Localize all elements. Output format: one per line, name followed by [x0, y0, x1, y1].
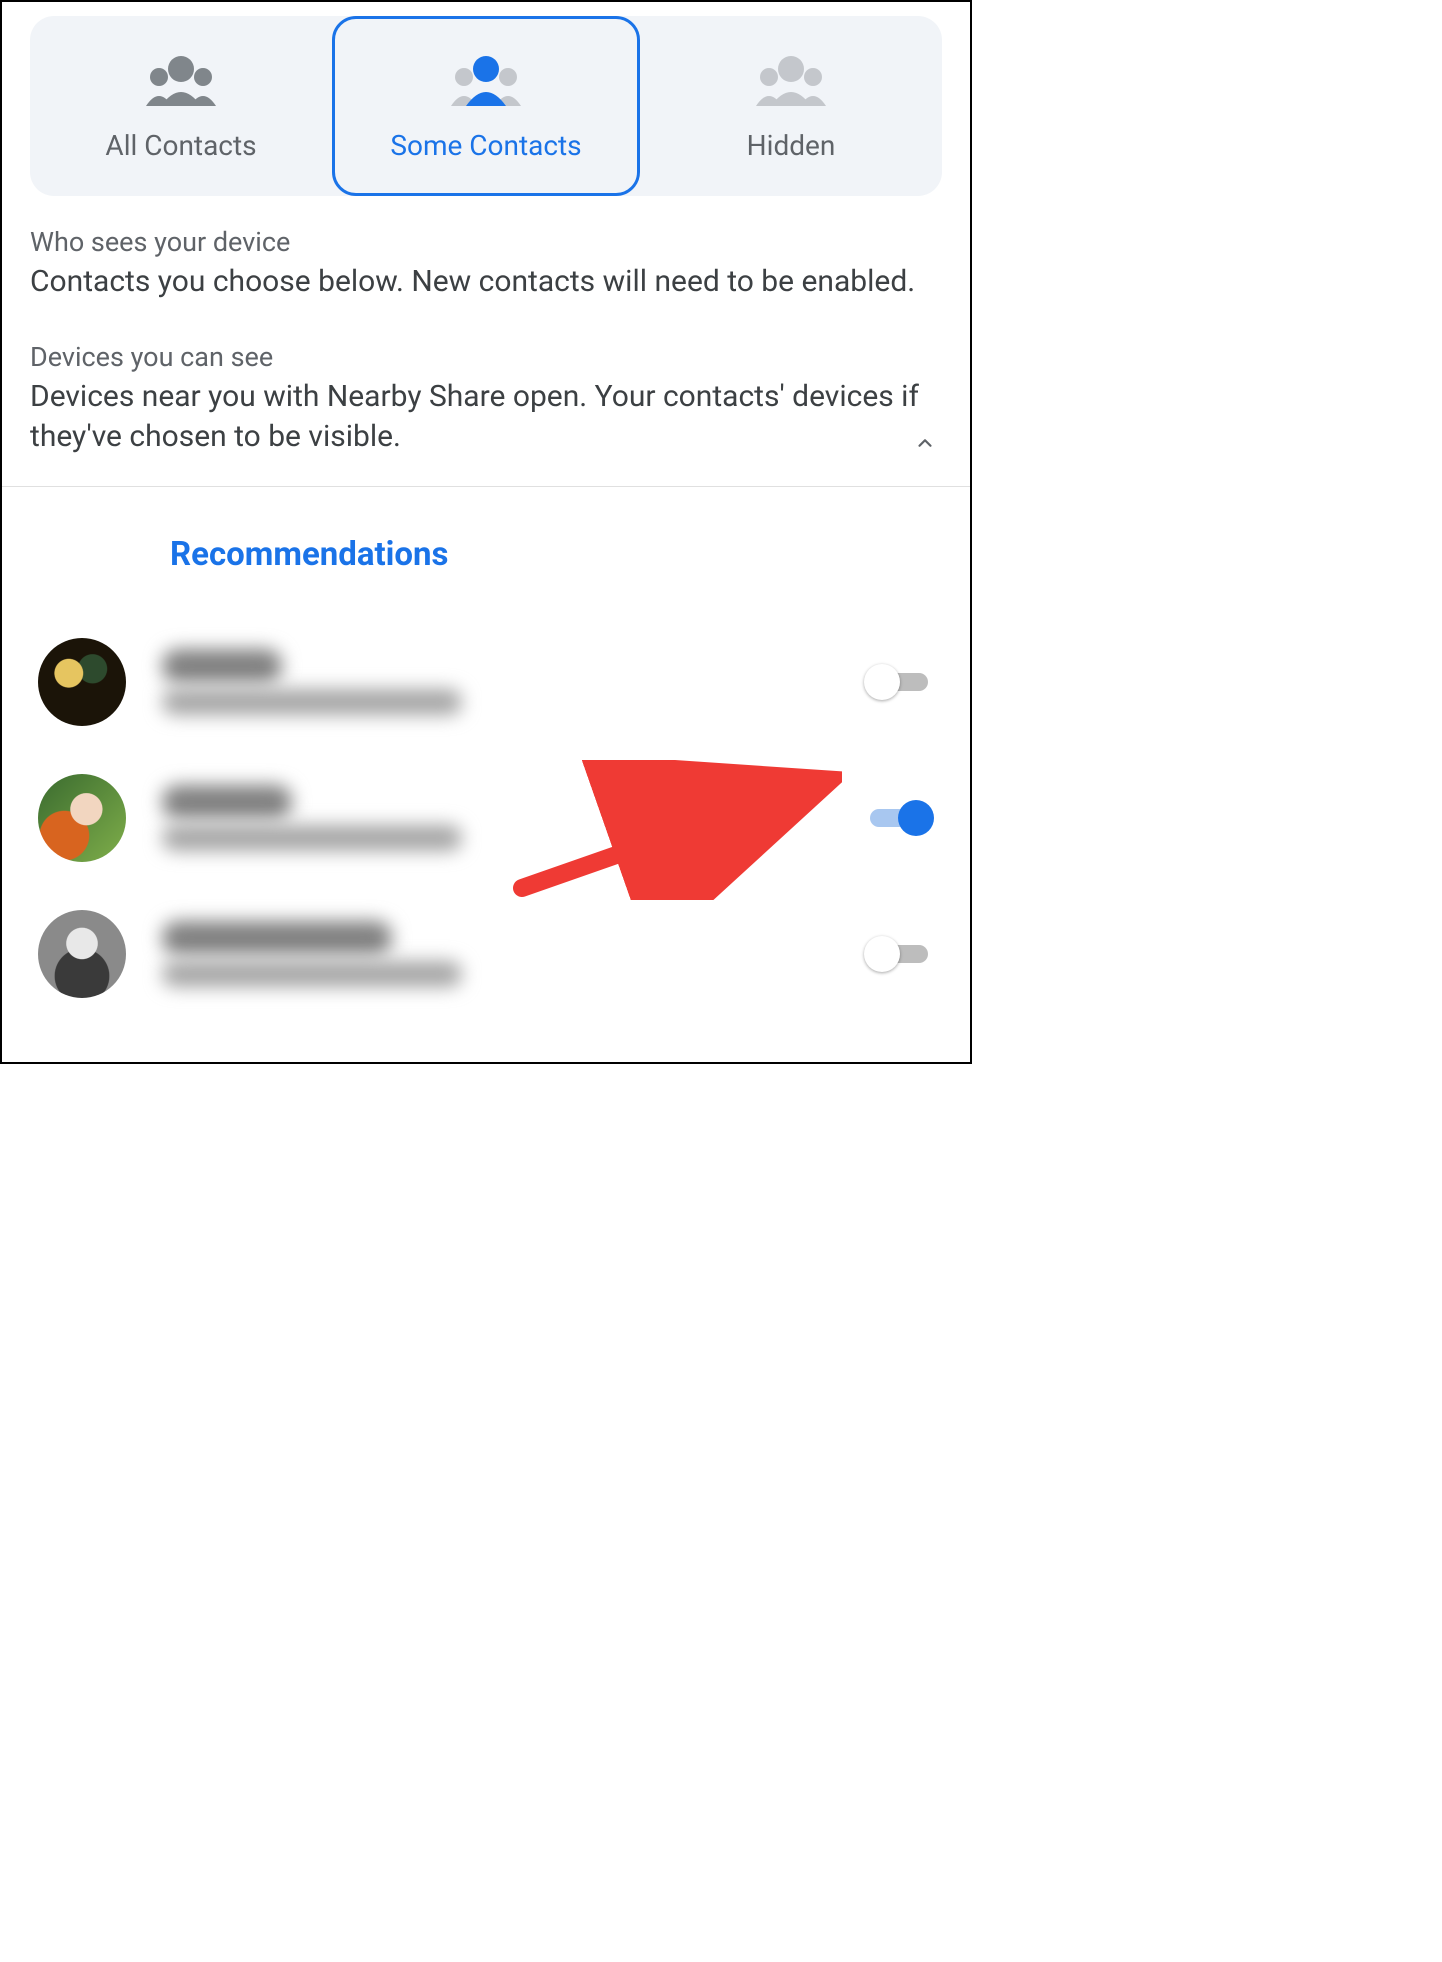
contact-name-redacted [162, 649, 282, 683]
contact-toggle[interactable] [864, 662, 934, 702]
devices-you-see-block: Devices you can see Devices near you wit… [2, 323, 970, 478]
who-sees-block: Who sees your device Contacts you choose… [2, 196, 970, 323]
contact-text [162, 649, 828, 715]
contact-sub-redacted [162, 825, 462, 851]
group-icon [131, 51, 231, 111]
tab-hidden-label: Hidden [747, 129, 836, 162]
who-sees-body: Contacts you choose below. New contacts … [30, 262, 942, 303]
contact-text [162, 785, 828, 851]
contact-row [2, 886, 970, 1022]
devices-you-see-title: Devices you can see [30, 341, 942, 373]
tab-all-contacts-label: All Contacts [105, 129, 256, 162]
group-partial-icon [436, 51, 536, 111]
contact-toggle[interactable] [864, 934, 934, 974]
contact-sub-redacted [162, 961, 462, 987]
who-sees-title: Who sees your device [30, 226, 942, 258]
avatar [38, 638, 126, 726]
contact-text [162, 921, 828, 987]
visibility-tabs: All Contacts Some Contacts [30, 16, 942, 196]
visibility-tabs-container: All Contacts Some Contacts [2, 2, 970, 196]
contact-toggle[interactable] [864, 798, 934, 838]
tab-some-contacts-label: Some Contacts [390, 129, 581, 162]
recommendations-heading: Recommendations [2, 487, 970, 614]
tab-all-contacts[interactable]: All Contacts [30, 16, 332, 196]
avatar [38, 774, 126, 862]
tab-some-contacts[interactable]: Some Contacts [332, 16, 640, 196]
contact-row [2, 750, 970, 886]
devices-you-see-body: Devices near you with Nearby Share open.… [30, 377, 942, 458]
chevron-up-icon[interactable] [914, 432, 936, 454]
contact-sub-redacted [162, 689, 462, 715]
group-dim-icon [741, 51, 841, 111]
contact-name-redacted [162, 921, 392, 955]
tab-hidden[interactable]: Hidden [640, 16, 942, 196]
settings-panel: All Contacts Some Contacts [0, 0, 972, 1064]
contact-row [2, 614, 970, 750]
contact-name-redacted [162, 785, 292, 819]
avatar [38, 910, 126, 998]
